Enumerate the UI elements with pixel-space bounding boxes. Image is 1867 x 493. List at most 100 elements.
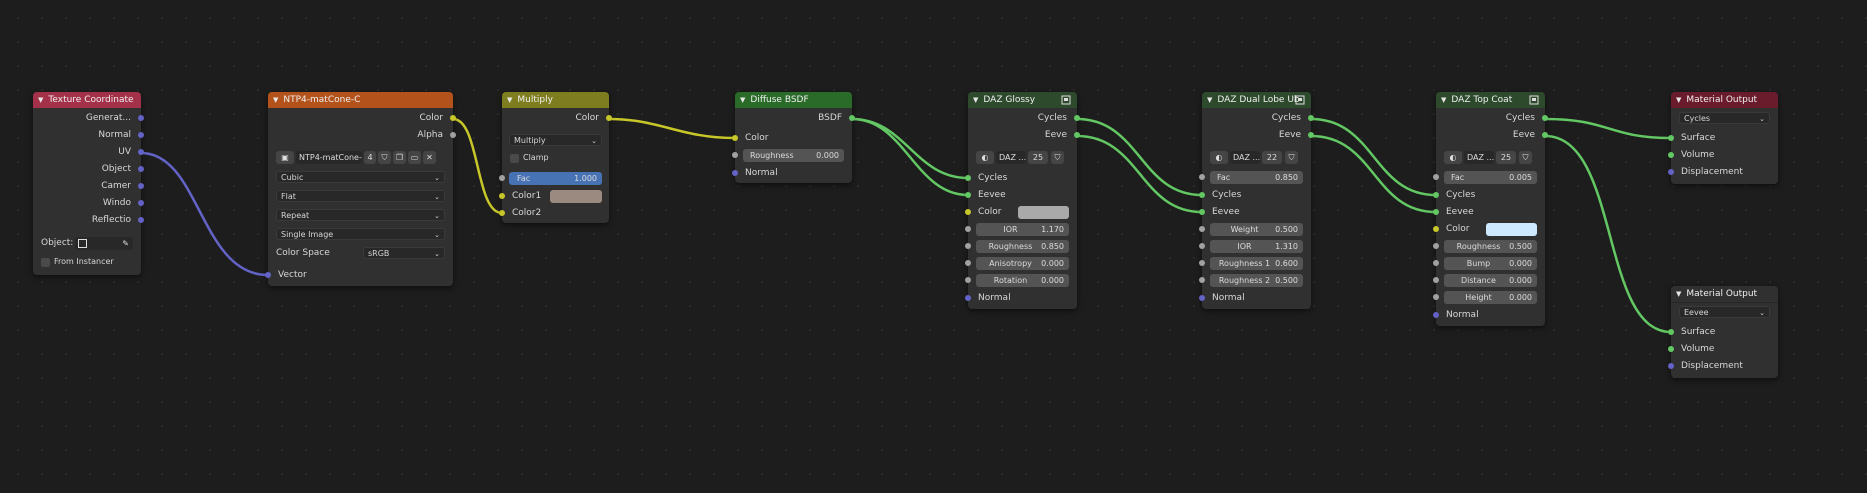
shield-icon[interactable]: ⛉ (1519, 151, 1532, 164)
from-instancer-checkbox[interactable] (41, 258, 50, 267)
distance-field[interactable]: Distance 0.000 (1433, 274, 1537, 287)
shader-socket-icon[interactable] (1199, 209, 1205, 215)
shader-socket-icon[interactable] (1668, 135, 1674, 141)
color-socket-icon[interactable] (499, 210, 505, 216)
bump-field[interactable]: Bump 0.000 (1433, 257, 1537, 270)
vector-socket-icon[interactable] (1668, 169, 1674, 175)
folder-icon[interactable]: ▭ (408, 151, 421, 164)
node-group-icon[interactable] (1295, 95, 1305, 105)
daz-dual-lobe-node[interactable]: ▼ DAZ Dual Lobe Ub Cycles Eeve ◐ DAZ ...… (1199, 92, 1314, 309)
collapse-icon[interactable]: ▼ (1207, 96, 1212, 104)
source-dropdown[interactable]: Single Image ⌄ (276, 228, 445, 240)
roughness2-field[interactable]: Roughness 2 0.500 (1199, 274, 1303, 287)
float-socket-icon[interactable] (1433, 260, 1439, 266)
diffuse-header[interactable]: ▼ Diffuse BSDF (735, 92, 852, 108)
fac-field[interactable]: Fac 1.000 (499, 172, 602, 185)
color-space-dropdown[interactable]: sRGB ⌄ (363, 247, 445, 259)
image-users-count[interactable]: 4 (364, 151, 376, 164)
shader-socket-icon[interactable] (1542, 115, 1548, 121)
float-socket-icon[interactable] (1199, 243, 1205, 249)
shader-socket-icon[interactable] (1074, 115, 1080, 121)
clamp-checkbox[interactable] (510, 154, 519, 163)
image-texture-header[interactable]: ▼ NTP4-matCone-C (268, 92, 453, 108)
float-socket-icon[interactable] (1199, 226, 1205, 232)
vector-socket-icon[interactable] (965, 295, 971, 301)
shader-socket-icon[interactable] (1308, 132, 1314, 138)
group-name-field[interactable]: DAZ ... (996, 151, 1026, 164)
projection-dropdown[interactable]: Flat ⌄ (276, 190, 445, 202)
roughness-field[interactable]: Roughness 0.500 (1433, 240, 1537, 253)
float-socket-icon[interactable] (1433, 277, 1439, 283)
shader-socket-icon[interactable] (1199, 192, 1205, 198)
diffuse-bsdf-node[interactable]: ▼ Diffuse BSDF BSDF Color Roughness 0.00… (732, 92, 855, 183)
color-socket-icon[interactable] (606, 115, 612, 121)
node-group-icon[interactable] (1061, 95, 1071, 105)
daz-top-coat-node[interactable]: ▼ DAZ Top Coat Cycles Eeve ◐ DAZ ... 25 … (1433, 92, 1548, 326)
collapse-icon[interactable]: ▼ (1676, 96, 1681, 104)
roughness-field[interactable]: Roughness 0.850 (965, 240, 1069, 253)
vector-socket-icon[interactable] (138, 217, 144, 223)
group-users-count[interactable]: 25 (1496, 151, 1516, 164)
color-socket-icon[interactable] (732, 135, 738, 141)
vector-socket-icon[interactable] (138, 200, 144, 206)
float-socket-icon[interactable] (1433, 294, 1439, 300)
roughness-field[interactable]: Roughness 0.000 (732, 149, 844, 162)
material-output-header[interactable]: ▼ Material Output (1671, 92, 1778, 108)
ior-field[interactable]: IOR 1.310 (1199, 240, 1303, 253)
shader-socket-icon[interactable] (1074, 132, 1080, 138)
float-socket-icon[interactable] (1433, 174, 1439, 180)
ior-field[interactable]: IOR 1.170 (965, 223, 1069, 236)
extension-dropdown[interactable]: Repeat ⌄ (276, 209, 445, 221)
float-socket-icon[interactable] (499, 175, 505, 181)
dual-lobe-header[interactable]: ▼ DAZ Dual Lobe Ub (1202, 92, 1311, 108)
shader-socket-icon[interactable] (965, 175, 971, 181)
shield-icon[interactable]: ⛉ (378, 151, 391, 164)
material-output-header[interactable]: ▼ Material Output (1671, 286, 1778, 303)
target-dropdown[interactable]: Cycles ⌄ (1679, 112, 1770, 124)
shader-socket-icon[interactable] (965, 192, 971, 198)
group-users-count[interactable]: 25 (1028, 151, 1048, 164)
close-icon[interactable]: ✕ (423, 151, 436, 164)
shader-socket-icon[interactable] (1433, 192, 1439, 198)
eyedropper-icon[interactable]: ✎ (122, 237, 129, 250)
collapse-icon[interactable]: ▼ (1441, 96, 1446, 104)
anisotropy-field[interactable]: Anisotropy 0.000 (965, 257, 1069, 270)
vector-socket-icon[interactable] (265, 272, 271, 278)
fac-field[interactable]: Fac 0.005 (1433, 171, 1537, 184)
blend-mode-dropdown[interactable]: Multiply ⌄ (509, 134, 602, 146)
image-name-field[interactable]: NTP4-matCone-C (296, 151, 362, 164)
shield-icon[interactable]: ⛉ (1051, 151, 1064, 164)
weight-field[interactable]: Weight 0.500 (1199, 223, 1303, 236)
target-dropdown[interactable]: Eevee ⌄ (1679, 306, 1770, 318)
shader-socket-icon[interactable] (1668, 329, 1674, 335)
vector-socket-icon[interactable] (1199, 295, 1205, 301)
vector-socket-icon[interactable] (1433, 312, 1439, 318)
height-field[interactable]: Height 0.000 (1433, 291, 1537, 304)
fac-field[interactable]: Fac 0.850 (1199, 171, 1303, 184)
image-texture-node[interactable]: ▼ NTP4-matCone-C Color Alpha ▣ NTP4-matC… (265, 92, 456, 286)
float-socket-icon[interactable] (965, 260, 971, 266)
float-socket-icon[interactable] (1433, 243, 1439, 249)
node-tree-browse-icon[interactable]: ◐ (976, 151, 994, 164)
float-socket-icon[interactable] (965, 277, 971, 283)
shader-socket-icon[interactable] (1668, 346, 1674, 352)
group-name-field[interactable]: DAZ ... (1230, 151, 1260, 164)
group-users-count[interactable]: 22 (1262, 151, 1282, 164)
collapse-icon[interactable]: ▼ (38, 96, 43, 104)
collapse-icon[interactable]: ▼ (507, 96, 512, 104)
shader-socket-icon[interactable] (1668, 152, 1674, 158)
glossy-header[interactable]: ▼ DAZ Glossy (968, 92, 1077, 108)
daz-glossy-node[interactable]: ▼ DAZ Glossy Cycles Eeve ◐ DAZ ... 25 ⛉ … (965, 92, 1080, 309)
texture-coordinate-header[interactable]: ▼ Texture Coordinate (33, 92, 141, 108)
float-socket-icon[interactable] (965, 243, 971, 249)
top-coat-header[interactable]: ▼ DAZ Top Coat (1436, 92, 1545, 108)
node-tree-browse-icon[interactable]: ◐ (1444, 151, 1462, 164)
color-swatch[interactable] (1018, 206, 1069, 219)
vector-socket-icon[interactable] (138, 183, 144, 189)
float-socket-icon[interactable] (732, 152, 738, 158)
shader-socket-icon[interactable] (1433, 209, 1439, 215)
color-socket-icon[interactable] (1433, 226, 1439, 232)
vector-socket-icon[interactable] (138, 115, 144, 121)
texture-coordinate-node[interactable]: ▼ Texture Coordinate Generat... Normal U… (33, 92, 144, 275)
duplicate-icon[interactable]: ❐ (393, 151, 406, 164)
